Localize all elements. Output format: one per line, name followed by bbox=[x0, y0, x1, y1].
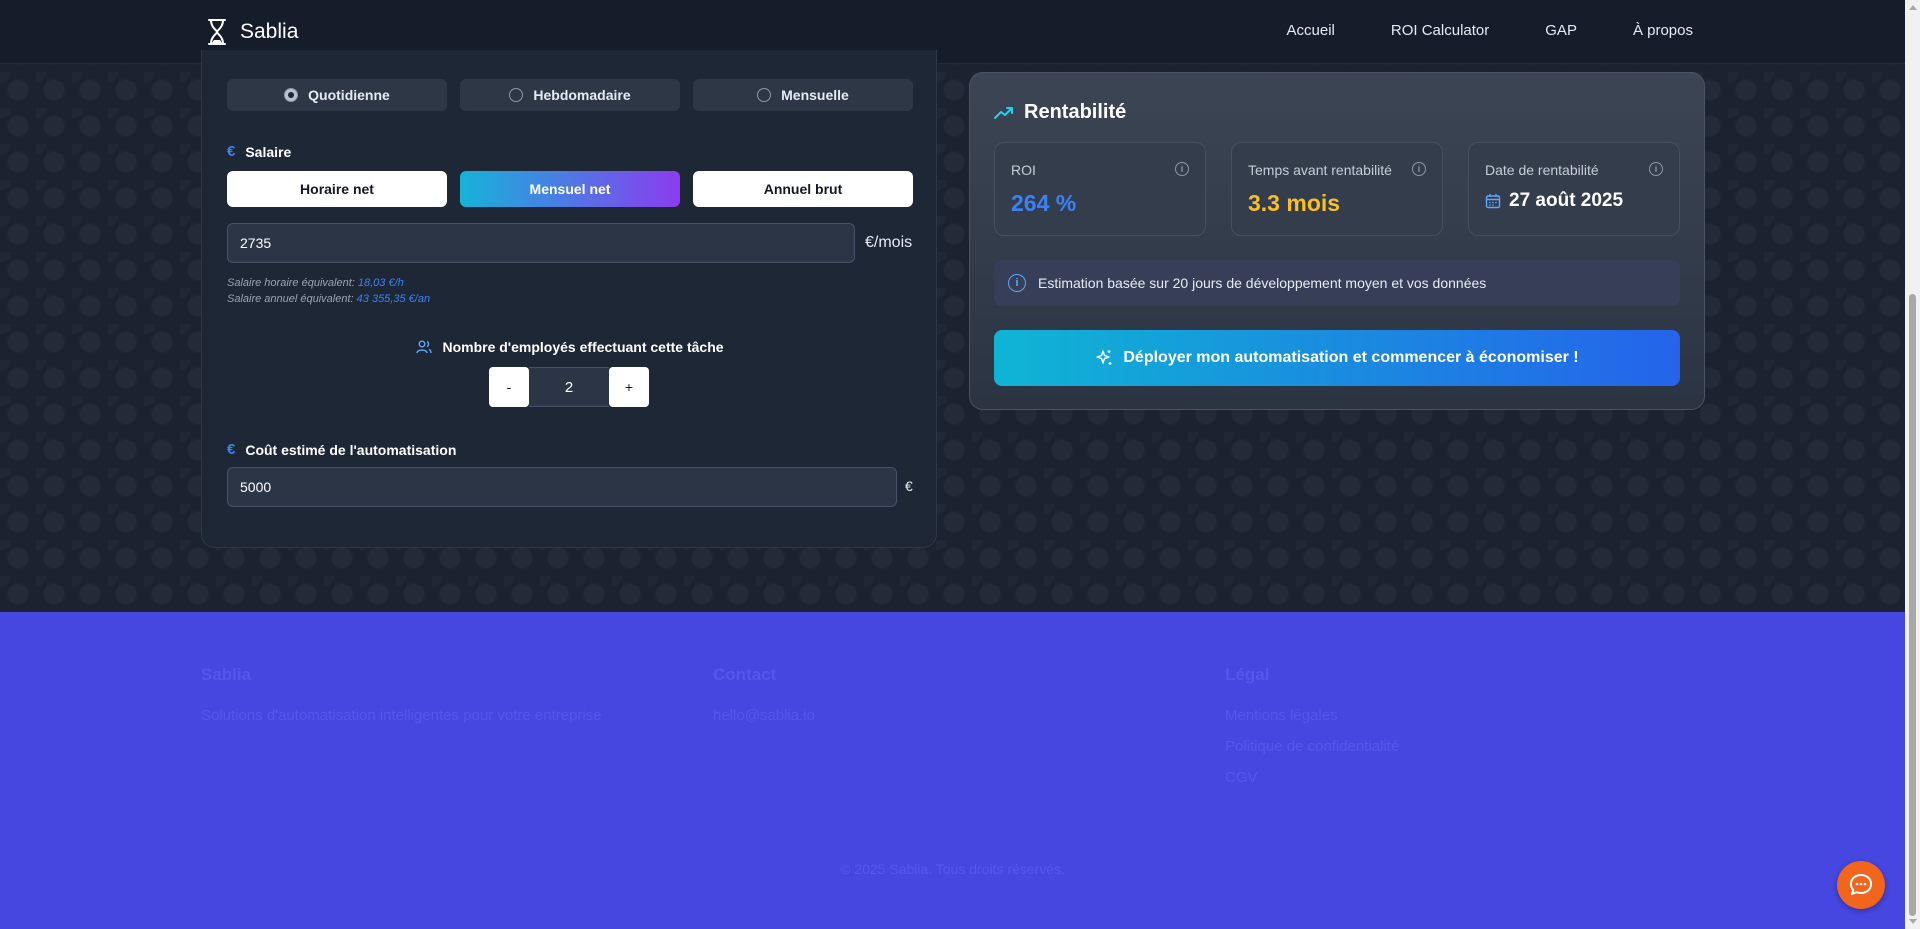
frequency-options: Quotidienne Hebdomadaire Mensuelle bbox=[227, 79, 913, 111]
page-scrollbar[interactable] bbox=[1905, 0, 1920, 929]
footer: Sablia Solutions d'automatisation intell… bbox=[0, 612, 1905, 929]
scrollbar-thumb[interactable] bbox=[1909, 294, 1916, 916]
footer-copyright: © 2025 Sablia. Tous droits réservés. bbox=[840, 861, 1065, 877]
nav-a-propos[interactable]: À propos bbox=[1633, 22, 1693, 39]
decrement-button[interactable]: - bbox=[489, 367, 529, 407]
automation-cost-label: € Coût estimé de l'automatisation bbox=[227, 441, 457, 458]
calendar-icon bbox=[1485, 194, 1501, 209]
brand-logo[interactable]: Sablia bbox=[206, 18, 298, 46]
sparkles-icon bbox=[1096, 350, 1112, 365]
increment-button[interactable]: + bbox=[609, 367, 649, 407]
employees-count[interactable]: 2 bbox=[529, 367, 609, 407]
payback-date-value: 27 août 2025 bbox=[1509, 190, 1624, 211]
frequency-hebdomadaire[interactable]: Hebdomadaire bbox=[460, 79, 680, 111]
salary-mode-horaire[interactable]: Horaire net bbox=[227, 171, 447, 207]
automation-cost-input[interactable]: 5000 bbox=[227, 467, 897, 507]
euro-icon: € bbox=[227, 143, 236, 160]
euro-icon: € bbox=[227, 441, 236, 458]
nav-gap[interactable]: GAP bbox=[1545, 22, 1577, 39]
payback-time-stat: Temps avant rentabilité i 3.3 mois bbox=[1231, 142, 1443, 236]
roi-stat: ROI i 264 % bbox=[994, 142, 1206, 236]
footer-contact-title: Contact bbox=[713, 665, 777, 684]
nav-roi-calculator[interactable]: ROI Calculator bbox=[1391, 22, 1489, 39]
info-icon[interactable]: i bbox=[1649, 162, 1663, 176]
frequency-quotidienne[interactable]: Quotidienne bbox=[227, 79, 447, 111]
calculator-input-card: Quotidienne Hebdomadaire Mensuelle € Sal… bbox=[201, 50, 937, 548]
footer-link-mentions[interactable]: Mentions légales bbox=[1225, 707, 1399, 724]
salary-unit: €/mois bbox=[865, 234, 913, 251]
payback-date-label: Date de rentabilité bbox=[1485, 162, 1599, 178]
footer-legal-title: Légal bbox=[1225, 665, 1270, 684]
info-icon[interactable]: i bbox=[1175, 162, 1189, 176]
radio-icon bbox=[509, 88, 524, 102]
footer-contact-email[interactable]: hello@sablia.io bbox=[713, 707, 815, 724]
automation-cost-unit: € bbox=[905, 478, 913, 494]
scroll-up-icon[interactable] bbox=[1909, 5, 1917, 10]
chat-bubble-icon bbox=[1850, 874, 1872, 895]
frequency-mensuelle[interactable]: Mensuelle bbox=[693, 79, 913, 111]
info-icon[interactable]: i bbox=[1412, 162, 1426, 176]
radio-icon bbox=[757, 88, 772, 102]
scroll-down-icon[interactable] bbox=[1909, 919, 1917, 924]
footer-link-cgv[interactable]: CGV bbox=[1225, 769, 1399, 786]
results-card: Rentabilité ROI i 264 % Temps avant rent… bbox=[969, 72, 1705, 410]
salary-mode-annuel[interactable]: Annuel brut bbox=[693, 171, 913, 207]
hourglass-icon bbox=[208, 19, 226, 45]
payback-date-row: 27 août 2025 bbox=[1485, 190, 1623, 212]
users-icon bbox=[416, 340, 433, 354]
main-nav: Accueil ROI Calculator GAP À propos bbox=[1287, 22, 1693, 39]
footer-col-brand: Sablia Solutions d'automatisation intell… bbox=[201, 665, 602, 738]
payback-time-value: 3.3 mois bbox=[1248, 190, 1341, 216]
deploy-automation-button[interactable]: Déployer mon automatisation et commencer… bbox=[994, 330, 1680, 386]
roi-label: ROI bbox=[1011, 162, 1036, 178]
info-circle-icon: i bbox=[1008, 274, 1026, 292]
payback-time-label: Temps avant rentabilité bbox=[1248, 162, 1392, 178]
results-title: Rentabilité bbox=[994, 101, 1126, 124]
footer-col-legal: Légal Mentions légales Politique de conf… bbox=[1225, 665, 1399, 800]
footer-link-privacy[interactable]: Politique de confidentialité bbox=[1225, 738, 1399, 755]
annual-equivalent: Salaire annuel équivalent: 43 355,35 €/a… bbox=[227, 293, 431, 305]
radio-selected-icon bbox=[284, 88, 299, 102]
brand-name: Sablia bbox=[240, 20, 299, 43]
hourly-equivalent: Salaire horaire équivalent: 18,03 €/h bbox=[227, 277, 404, 289]
estimation-note: i Estimation basée sur 20 jours de dével… bbox=[994, 260, 1680, 306]
chat-button[interactable] bbox=[1837, 861, 1885, 909]
nav-accueil[interactable]: Accueil bbox=[1287, 22, 1335, 39]
salary-input[interactable]: 2735 bbox=[227, 223, 855, 263]
employees-label: Nombre d'employés effectuant cette tâche bbox=[202, 339, 938, 355]
salary-mode-toggle: Horaire net Mensuel net Annuel brut bbox=[227, 171, 913, 207]
footer-brand-title: Sablia bbox=[201, 665, 252, 684]
payback-date-stat: Date de rentabilité i 27 août 2025 bbox=[1468, 142, 1680, 236]
salary-mode-mensuel[interactable]: Mensuel net bbox=[460, 171, 680, 207]
roi-value: 264 % bbox=[1011, 190, 1077, 216]
footer-col-contact: Contact hello@sablia.io bbox=[713, 665, 815, 738]
footer-brand-tagline: Solutions d'automatisation intelligentes… bbox=[201, 707, 602, 724]
salary-label: € Salaire bbox=[227, 143, 292, 160]
trending-up-icon bbox=[994, 106, 1013, 119]
employees-stepper: - 2 + bbox=[489, 367, 649, 407]
